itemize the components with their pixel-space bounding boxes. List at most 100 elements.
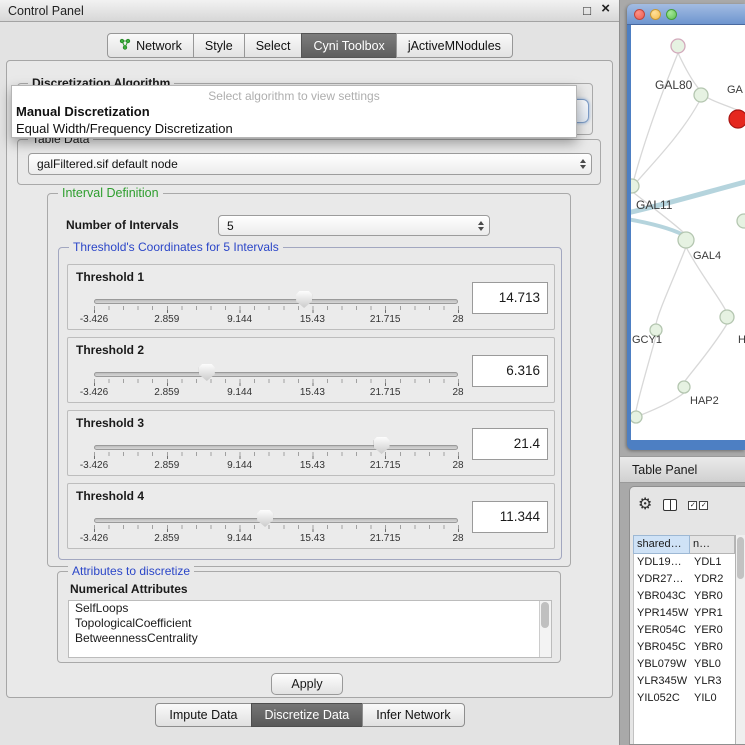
threshold-label: Threshold 4 [76, 489, 144, 503]
scrollbar-thumb[interactable] [541, 602, 549, 628]
apply-button[interactable]: Apply [271, 673, 343, 695]
slider-track[interactable] [94, 445, 458, 450]
node-label: GCY1 [632, 334, 662, 346]
table-row[interactable]: YBL079WYBL0 [634, 656, 735, 673]
threshold-3-panel: Threshold 3 -3.4262.8599.14415.4321.7152… [67, 410, 555, 476]
network-node[interactable] [671, 39, 685, 53]
table-cell: YDL19… [634, 554, 691, 571]
threshold-value-field[interactable]: 11.344 [472, 501, 548, 533]
slider-scale-label: 21.715 [370, 460, 401, 471]
table-cell: YBL0 [691, 656, 735, 673]
network-window-titlebar [627, 4, 745, 25]
threshold-label: Threshold 2 [76, 343, 144, 357]
tab-discretize-data[interactable]: Discretize Data [251, 703, 364, 727]
table-cell: YBR043C [634, 588, 691, 605]
network-node[interactable] [631, 179, 639, 193]
list-scrollbar[interactable] [539, 601, 551, 657]
tab-label: jActiveMNodules [408, 39, 501, 53]
checkbox-icon: ✓ [699, 501, 708, 510]
network-node[interactable] [720, 310, 734, 324]
slider-scale-labels: -3.4262.8599.14415.4321.71528 [94, 460, 458, 472]
node-label: GA [727, 84, 744, 96]
gear-icon[interactable]: ⚙ [638, 495, 652, 515]
minimize-traffic-light[interactable] [650, 9, 661, 20]
table-scrollbar[interactable] [735, 535, 745, 744]
slider-track[interactable] [94, 518, 458, 523]
table-row[interactable]: YIL052CYIL0 [634, 690, 735, 707]
scrollbar-thumb[interactable] [737, 537, 744, 579]
slider-scale-label: -3.426 [80, 533, 108, 544]
dropdown-option-manual-discretization[interactable]: Manual Discretization [16, 104, 150, 119]
slider-scale-label: 9.144 [227, 460, 252, 471]
number-of-intervals-combobox[interactable]: 5 [218, 215, 490, 236]
slider-ticks [94, 379, 460, 383]
network-node[interactable] [678, 232, 694, 248]
tab-style[interactable]: Style [193, 33, 245, 58]
numerical-attributes-list[interactable]: SelfLoopsTopologicalCoefficientBetweenne… [68, 600, 552, 658]
cyni-toolbox-panel: Discretization Algorithm Select algorith… [6, 60, 613, 698]
dropdown-placeholder: Select algorithm to view settings [12, 89, 576, 103]
table-data-combobox[interactable]: galFiltered.sif default node [28, 153, 592, 175]
slider-scale-label: -3.426 [80, 314, 108, 325]
tab-network[interactable]: Network [107, 33, 194, 58]
attribute-item[interactable]: BetweennessCentrality [69, 631, 551, 646]
network-canvas[interactable]: GAL80GAGAL11GAL4GCY1HHAP2 [631, 25, 745, 440]
table-row[interactable]: YBR045CYBR0 [634, 639, 735, 656]
slider-scale-labels: -3.4262.8599.14415.4321.71528 [94, 314, 458, 326]
column-header-name[interactable]: n… [690, 535, 735, 554]
table-body: YDL19…YDL1YDR27…YDR2YBR043CYBR0YPR145WYP… [633, 554, 735, 744]
slider-scale-label: 2.859 [154, 460, 179, 471]
attribute-item[interactable]: TopologicalCoefficient [69, 616, 551, 631]
network-node[interactable] [694, 88, 708, 102]
attribute-item[interactable]: SelfLoops [69, 601, 551, 616]
network-node[interactable] [737, 214, 745, 228]
slider-scale-label: 21.715 [370, 533, 401, 544]
slider-scale-label: 9.144 [227, 314, 252, 325]
network-node[interactable] [678, 381, 690, 393]
close-traffic-light[interactable] [634, 9, 645, 20]
threshold-value-field[interactable]: 14.713 [472, 282, 548, 314]
tab-jactivemnodules[interactable]: jActiveMNodules [396, 33, 513, 58]
table-row[interactable]: YDR27…YDR2 [634, 571, 735, 588]
stepper-icon [478, 221, 484, 231]
dropdown-option-equal-width-frequency[interactable]: Equal Width/Frequency Discretization [16, 121, 233, 136]
threshold-value-field[interactable]: 21.4 [472, 428, 548, 460]
slider-ticks [94, 452, 460, 456]
network-node-selected-red[interactable] [729, 110, 745, 128]
threshold-4-panel: Threshold 4 -3.4262.8599.14415.4321.7152… [67, 483, 555, 549]
table-row[interactable]: YER054CYER0 [634, 622, 735, 639]
slider-track[interactable] [94, 372, 458, 377]
column-header-shared-name[interactable]: shared… [633, 535, 690, 554]
columns-icon[interactable] [663, 499, 677, 511]
tab-infer-network[interactable]: Infer Network [362, 703, 464, 727]
threshold-value-field[interactable]: 6.316 [472, 355, 548, 387]
number-of-intervals-label: Number of Intervals [66, 218, 179, 232]
slider-scale-label: 15.43 [300, 314, 325, 325]
slider-scale-label: 15.43 [300, 387, 325, 398]
slider-track[interactable] [94, 299, 458, 304]
slider-scale-labels: -3.4262.8599.14415.4321.71528 [94, 533, 458, 545]
tab-impute-data[interactable]: Impute Data [155, 703, 251, 727]
slider-scale-label: 28 [452, 533, 463, 544]
threshold-2-panel: Threshold 2 -3.4262.8599.14415.4321.7152… [67, 337, 555, 403]
tab-select[interactable]: Select [244, 33, 303, 58]
zoom-traffic-light[interactable] [666, 9, 677, 20]
table-row[interactable]: YPR145WYPR1 [634, 605, 735, 622]
node-label: GAL4 [693, 250, 721, 262]
table-row[interactable]: YDL19…YDL1 [634, 554, 735, 571]
network-node[interactable] [631, 411, 642, 423]
table-cell: YBR045C [634, 639, 691, 656]
slider-scale-label: 21.715 [370, 387, 401, 398]
slider-scale-labels: -3.4262.8599.14415.4321.71528 [94, 387, 458, 399]
minimize-icon[interactable]: □ [583, 3, 591, 19]
table-cell: YER054C [634, 622, 691, 639]
table-row[interactable]: YLR345WYLR3 [634, 673, 735, 690]
table-cell: YPR145W [634, 605, 691, 622]
select-columns-icon[interactable]: ✓ ✓ [688, 501, 708, 510]
tab-cyni-toolbox[interactable]: Cyni Toolbox [301, 33, 396, 58]
slider-scale-label: 21.715 [370, 314, 401, 325]
table-row[interactable]: YBR043CYBR0 [634, 588, 735, 605]
algorithm-dropdown-popup: Select algorithm to view settings Manual… [11, 85, 577, 138]
slider-scale-label: 2.859 [154, 314, 179, 325]
close-icon[interactable]: × [601, 1, 610, 17]
